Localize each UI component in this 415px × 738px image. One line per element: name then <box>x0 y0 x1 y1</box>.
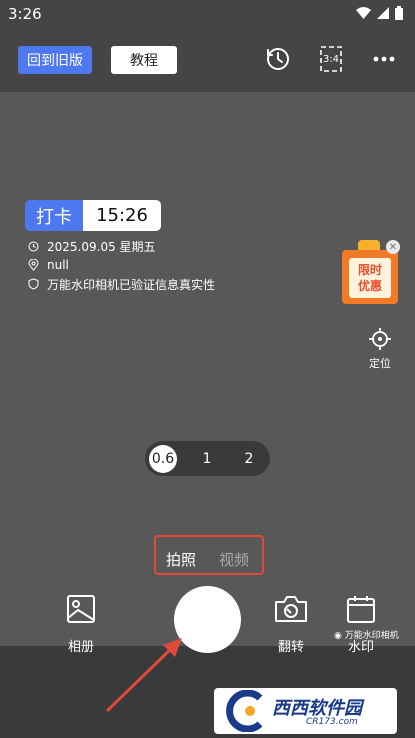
watermark-button[interactable]: 水印 <box>346 594 376 655</box>
shield-icon <box>28 278 39 290</box>
watermark-location: null <box>47 258 69 272</box>
mode-photo-tab[interactable]: 拍照 <box>166 549 196 570</box>
clock-icon <box>28 241 39 251</box>
watermark-verify: 万能水印相机已验证信息真实性 <box>47 277 216 292</box>
zoom-option-1[interactable]: 1 <box>193 445 221 473</box>
status-bar: 3:26 <box>0 0 415 28</box>
history-button[interactable] <box>263 44 293 74</box>
promo-badge[interactable]: 限时 优惠 ✕ <box>342 240 400 304</box>
location-pin-icon <box>28 259 39 271</box>
watermark-time: 15:26 <box>83 200 161 231</box>
locate-label: 定位 <box>369 357 391 370</box>
album-icon <box>67 595 95 623</box>
album-label: 相册 <box>67 640 94 655</box>
history-icon <box>267 48 289 70</box>
mode-selector: 拍照 视频 <box>154 535 264 575</box>
calendar-icon <box>347 596 375 623</box>
promo-line2: 优惠 <box>357 279 382 293</box>
signal-icon <box>377 7 389 19</box>
promo-box: 限时 优惠 <box>342 250 398 304</box>
album-button[interactable]: 相册 <box>66 594 96 655</box>
status-icons <box>356 6 403 20</box>
zoom-selector: 0.6 1 2 <box>145 441 270 476</box>
watermark-date: 2025.09.05 星期五 <box>47 239 156 254</box>
back-to-old-version-button[interactable]: 回到旧版 <box>18 46 92 74</box>
flip-camera-icon <box>275 596 307 622</box>
more-icon <box>373 56 395 62</box>
mode-video-tab[interactable]: 视频 <box>219 549 249 570</box>
annotation-arrow <box>106 638 182 712</box>
site-logo-c-icon <box>226 690 263 732</box>
aspect-ratio-label: 3:4 <box>322 53 340 65</box>
watermark-location-line: null <box>25 258 215 272</box>
crosshair-icon <box>369 328 391 350</box>
promo-close-icon[interactable]: ✕ <box>386 240 400 254</box>
watermark-label: 打卡 <box>25 200 83 231</box>
battery-icon <box>395 6 403 20</box>
flip-camera-button[interactable]: 翻转 <box>274 594 308 655</box>
tutorial-button[interactable]: 教程 <box>111 46 177 74</box>
zoom-option-2[interactable]: 2 <box>235 445 263 473</box>
zoom-option-0.6[interactable]: 0.6 <box>149 445 177 473</box>
top-bar: 回到旧版 教程 3:4 <box>0 28 415 92</box>
watermark-header: 打卡 15:26 <box>25 200 161 231</box>
brand-watermark: ◉ 万能水印相机 <box>334 631 399 641</box>
wifi-icon <box>356 7 371 19</box>
site-logo-overlay: 西西软件园 CR173.com <box>214 688 397 734</box>
brand-name: 万能水印相机 <box>344 631 399 641</box>
watermark-verify-line: 万能水印相机已验证信息真实性 <box>25 277 216 292</box>
more-button[interactable] <box>369 44 399 74</box>
watermark-date-line: 2025.09.05 星期五 <box>25 239 215 254</box>
flip-camera-label: 翻转 <box>277 640 304 655</box>
site-logo-domain: CR173.com <box>306 717 358 727</box>
status-time: 3:26 <box>8 5 42 23</box>
watermark-card[interactable]: 打卡 15:26 2025.09.05 星期五 null 万能水印相机已验证信息… <box>25 200 216 292</box>
promo-text: 限时 优惠 <box>349 258 391 298</box>
promo-line1: 限时 <box>357 263 382 277</box>
locate-button[interactable]: 定位 <box>363 328 397 371</box>
aspect-ratio-button[interactable]: 3:4 <box>316 44 346 74</box>
